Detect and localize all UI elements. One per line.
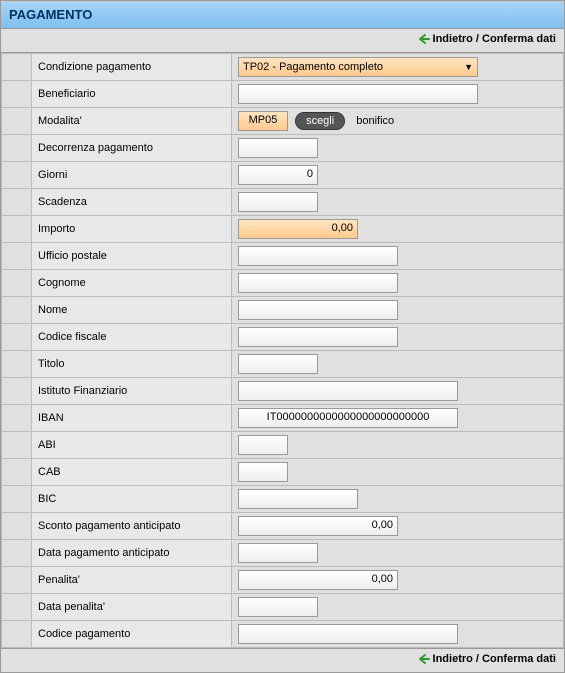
abi-input[interactable] bbox=[238, 435, 288, 455]
label-cab: CAB bbox=[32, 459, 232, 486]
giorni-input[interactable]: 0 bbox=[238, 165, 318, 185]
importo-input[interactable]: 0,00 bbox=[238, 219, 358, 239]
label-giorni: Giorni bbox=[32, 162, 232, 189]
chevron-down-icon: ▼ bbox=[464, 62, 473, 72]
cab-input[interactable] bbox=[238, 462, 288, 482]
label-codfisc: Codice fiscale bbox=[32, 324, 232, 351]
back-confirm-button-top[interactable]: Indietro / Conferma dati bbox=[418, 33, 556, 45]
back-arrow-icon bbox=[418, 33, 430, 45]
scadenza-input[interactable] bbox=[238, 192, 318, 212]
toolbar-label: Indietro / Conferma dati bbox=[433, 33, 556, 45]
label-cognome: Cognome bbox=[32, 270, 232, 297]
payment-panel: PAGAMENTO Indietro / Conferma dati Condi… bbox=[0, 0, 565, 673]
condizione-select[interactable]: TP02 - Pagamento completo ▼ bbox=[238, 57, 478, 77]
nome-input[interactable] bbox=[238, 300, 398, 320]
cognome-input[interactable] bbox=[238, 273, 398, 293]
label-titolo: Titolo bbox=[32, 351, 232, 378]
form-table: Condizione pagamento TP02 - Pagamento co… bbox=[1, 53, 564, 648]
codfisc-input[interactable] bbox=[238, 327, 398, 347]
toolbar-bottom: Indietro / Conferma dati bbox=[1, 648, 564, 672]
back-arrow-icon bbox=[418, 653, 430, 665]
label-ufficio: Ufficio postale bbox=[32, 243, 232, 270]
label-nome: Nome bbox=[32, 297, 232, 324]
penalita-input[interactable]: 0,00 bbox=[238, 570, 398, 590]
back-confirm-button-bottom[interactable]: Indietro / Conferma dati bbox=[418, 653, 556, 665]
codice-pag-input[interactable] bbox=[238, 624, 458, 644]
toolbar-label: Indietro / Conferma dati bbox=[433, 653, 556, 665]
modalita-code-input[interactable]: MP05 bbox=[238, 111, 288, 131]
label-penalita: Penalita' bbox=[32, 567, 232, 594]
ufficio-input[interactable] bbox=[238, 246, 398, 266]
label-modalita: Modalita' bbox=[32, 108, 232, 135]
label-importo: Importo bbox=[32, 216, 232, 243]
label-scadenza: Scadenza bbox=[32, 189, 232, 216]
modalita-text: bonifico bbox=[356, 115, 394, 127]
label-beneficiario: Beneficiario bbox=[32, 81, 232, 108]
bic-input[interactable] bbox=[238, 489, 358, 509]
beneficiario-input[interactable] bbox=[238, 84, 478, 104]
panel-title: PAGAMENTO bbox=[1, 1, 564, 29]
label-sconto: Sconto pagamento anticipato bbox=[32, 513, 232, 540]
label-abi: ABI bbox=[32, 432, 232, 459]
istituto-input[interactable] bbox=[238, 381, 458, 401]
data-sconto-input[interactable] bbox=[238, 543, 318, 563]
label-istituto: Istituto Finanziario bbox=[32, 378, 232, 405]
toolbar-top: Indietro / Conferma dati bbox=[1, 29, 564, 53]
label-decorrenza: Decorrenza pagamento bbox=[32, 135, 232, 162]
iban-input[interactable]: IT0000000000000000000000000 bbox=[238, 408, 458, 428]
label-condizione: Condizione pagamento bbox=[32, 54, 232, 81]
titolo-input[interactable] bbox=[238, 354, 318, 374]
label-codice-pag: Codice pagamento bbox=[32, 621, 232, 648]
label-data-sconto: Data pagamento anticipato bbox=[32, 540, 232, 567]
decorrenza-input[interactable] bbox=[238, 138, 318, 158]
label-iban: IBAN bbox=[32, 405, 232, 432]
sconto-input[interactable]: 0,00 bbox=[238, 516, 398, 536]
label-data-penalita: Data penalita' bbox=[32, 594, 232, 621]
data-penalita-input[interactable] bbox=[238, 597, 318, 617]
scegli-button[interactable]: scegli bbox=[295, 112, 345, 130]
label-bic: BIC bbox=[32, 486, 232, 513]
